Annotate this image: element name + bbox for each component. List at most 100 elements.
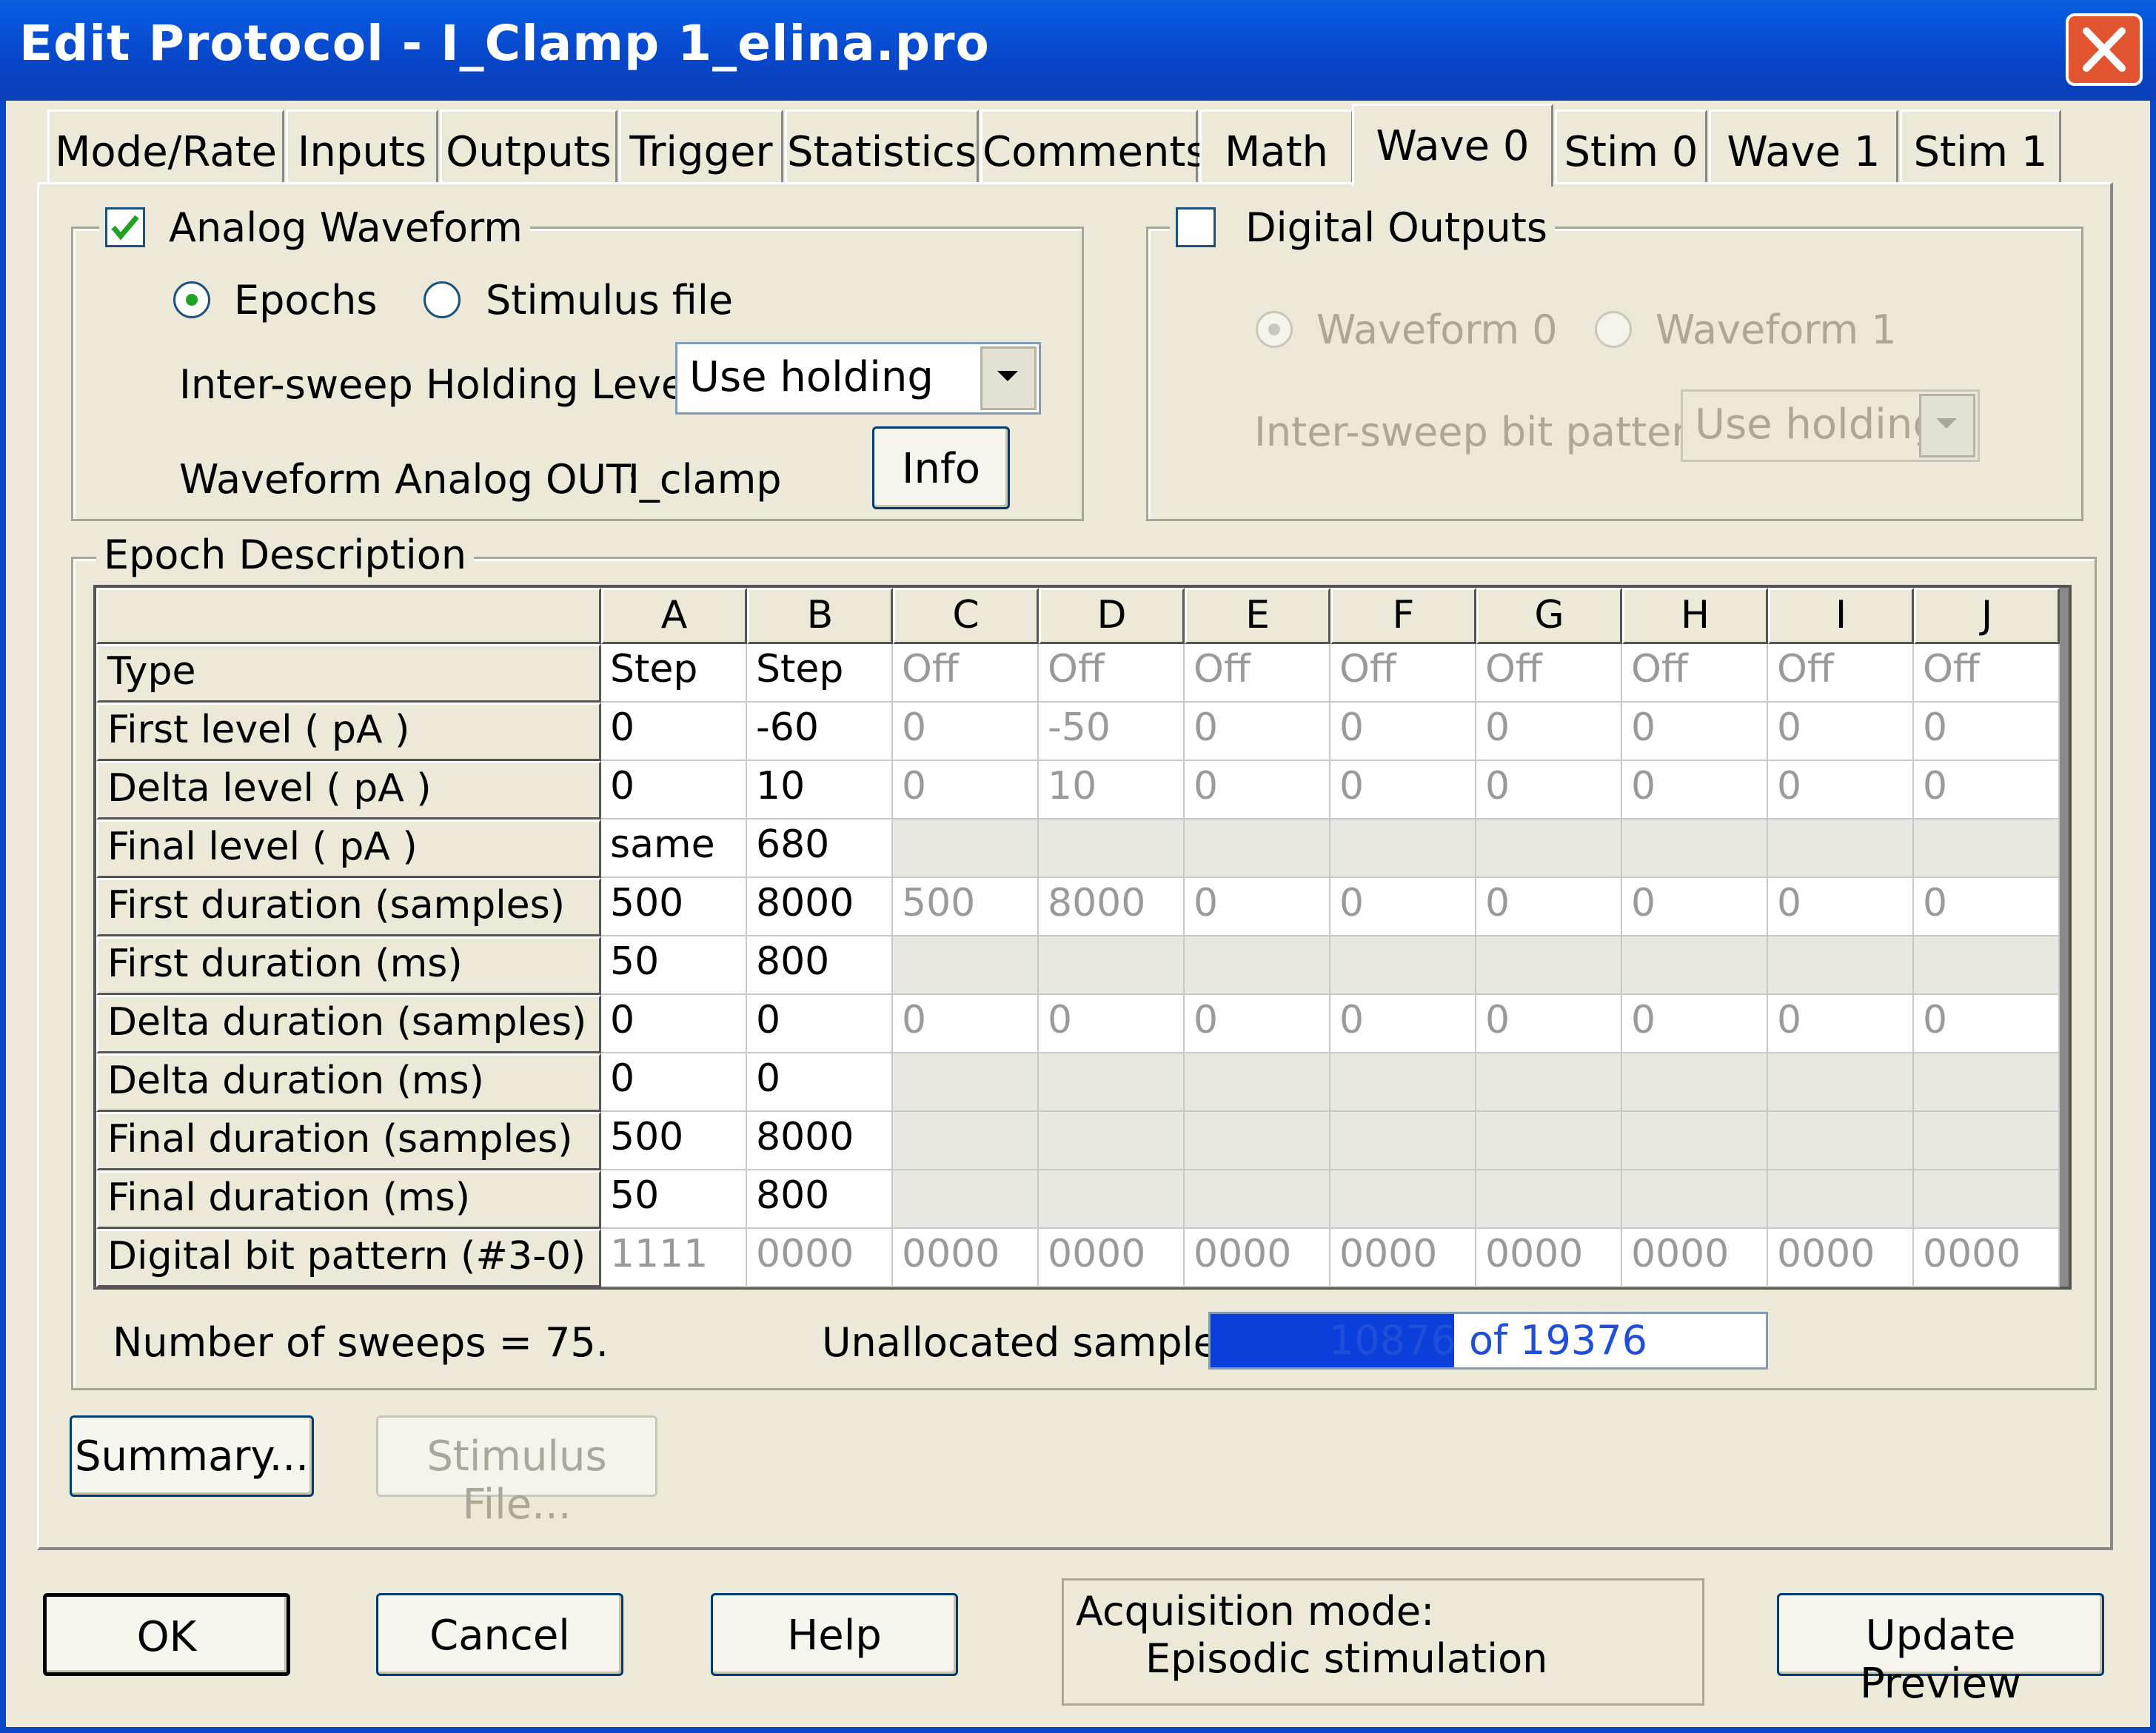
- tab-stim-0[interactable]: Stim 0: [1555, 110, 1707, 182]
- epoch-cell[interactable]: 10: [747, 761, 893, 819]
- epoch-cell[interactable]: 680: [747, 819, 893, 878]
- epoch-cell[interactable]: [1622, 936, 1768, 995]
- epoch-cell[interactable]: 0: [601, 761, 747, 819]
- epoch-cell[interactable]: 8000: [1039, 878, 1185, 936]
- epoch-cell[interactable]: 0: [1622, 761, 1768, 819]
- epoch-cell[interactable]: Step: [601, 644, 747, 703]
- epoch-cell[interactable]: 0: [601, 995, 747, 1053]
- update-preview-button[interactable]: Update Preview: [1777, 1593, 2104, 1708]
- epoch-cell[interactable]: 800: [747, 936, 893, 995]
- epoch-cell[interactable]: 0: [893, 761, 1039, 819]
- epoch-cell[interactable]: 500: [601, 1112, 747, 1170]
- epoch-cell[interactable]: [1622, 1053, 1768, 1112]
- epoch-cell[interactable]: [1622, 1112, 1768, 1170]
- epoch-cell[interactable]: 0: [1185, 761, 1330, 819]
- help-button[interactable]: Help: [711, 1593, 958, 1676]
- epoch-cell[interactable]: Off: [893, 644, 1039, 703]
- ok-button[interactable]: OK: [43, 1593, 290, 1676]
- tab-wave-1[interactable]: Wave 1: [1709, 110, 1898, 182]
- epoch-cell[interactable]: 0: [601, 1053, 747, 1112]
- epoch-cell[interactable]: [1185, 936, 1330, 995]
- epoch-cell[interactable]: 0: [1622, 995, 1768, 1053]
- stimulus-file-button[interactable]: Stimulus File...: [376, 1415, 657, 1529]
- epoch-cell[interactable]: [893, 1112, 1039, 1170]
- bit-pattern-select[interactable]: Use holding: [1681, 389, 1980, 462]
- epoch-cell[interactable]: [1185, 1112, 1330, 1170]
- epoch-cell[interactable]: [1185, 819, 1330, 878]
- epoch-cell[interactable]: 0: [1914, 703, 2060, 761]
- epoch-cell[interactable]: 0000: [747, 1229, 893, 1287]
- epoch-cell[interactable]: [1039, 1112, 1185, 1170]
- epoch-cell[interactable]: 0: [1476, 761, 1622, 819]
- epoch-cell[interactable]: [1622, 819, 1768, 878]
- epoch-cell[interactable]: 0: [1330, 995, 1476, 1053]
- epoch-cell[interactable]: 8000: [747, 1112, 893, 1170]
- epoch-cell[interactable]: [1914, 819, 2060, 878]
- cancel-button[interactable]: Cancel: [376, 1593, 623, 1676]
- epoch-cell[interactable]: [1330, 819, 1476, 878]
- epoch-cell[interactable]: 0: [1185, 995, 1330, 1053]
- epoch-cell[interactable]: [1622, 1170, 1768, 1229]
- chevron-down-icon[interactable]: [980, 346, 1037, 410]
- epoch-cell[interactable]: [1914, 1170, 2060, 1229]
- epoch-cell[interactable]: 0: [1330, 878, 1476, 936]
- epoch-cell[interactable]: 0000: [1039, 1229, 1185, 1287]
- stimulus-file-radio[interactable]: [424, 281, 461, 318]
- epoch-cell[interactable]: 0: [1330, 761, 1476, 819]
- tab-trigger[interactable]: Trigger: [619, 110, 783, 182]
- digital-outputs-checkbox[interactable]: [1176, 207, 1216, 247]
- epoch-cell[interactable]: [1476, 936, 1622, 995]
- epoch-cell[interactable]: [893, 819, 1039, 878]
- epoch-cell[interactable]: 0: [1330, 703, 1476, 761]
- epoch-cell[interactable]: [1768, 1053, 1914, 1112]
- epoch-cell[interactable]: 0000: [1768, 1229, 1914, 1287]
- holding-level-select[interactable]: Use holding: [675, 342, 1041, 415]
- epoch-cell[interactable]: 50: [601, 936, 747, 995]
- epoch-cell[interactable]: [1914, 936, 2060, 995]
- epoch-cell[interactable]: 0: [747, 995, 893, 1053]
- epoch-cell[interactable]: [1039, 1170, 1185, 1229]
- info-button[interactable]: Info: [872, 426, 1010, 509]
- epoch-cell[interactable]: 0000: [1185, 1229, 1330, 1287]
- epoch-cell[interactable]: [1476, 1112, 1622, 1170]
- tab-math[interactable]: Math: [1199, 110, 1353, 182]
- epoch-cell[interactable]: 50: [601, 1170, 747, 1229]
- tab-inputs[interactable]: Inputs: [286, 110, 438, 182]
- epochs-radio[interactable]: [173, 281, 210, 318]
- epoch-cell[interactable]: 500: [893, 878, 1039, 936]
- epoch-cell[interactable]: 500: [601, 878, 747, 936]
- epoch-cell[interactable]: 0: [1476, 878, 1622, 936]
- epoch-cell[interactable]: 1111: [601, 1229, 747, 1287]
- epoch-cell[interactable]: [1185, 1053, 1330, 1112]
- epoch-cell[interactable]: 0000: [1476, 1229, 1622, 1287]
- analog-waveform-checkbox[interactable]: [105, 207, 145, 247]
- epoch-cell[interactable]: Off: [1914, 644, 2060, 703]
- epoch-cell[interactable]: Off: [1768, 644, 1914, 703]
- epoch-cell[interactable]: Off: [1039, 644, 1185, 703]
- epoch-cell[interactable]: 0: [1039, 995, 1185, 1053]
- epoch-cell[interactable]: Step: [747, 644, 893, 703]
- epoch-cell[interactable]: 0: [1768, 878, 1914, 936]
- epoch-cell[interactable]: Off: [1476, 644, 1622, 703]
- epoch-cell[interactable]: [1039, 1053, 1185, 1112]
- epoch-cell[interactable]: 0: [747, 1053, 893, 1112]
- epoch-cell[interactable]: Off: [1330, 644, 1476, 703]
- epoch-cell[interactable]: 0000: [1622, 1229, 1768, 1287]
- epoch-cell[interactable]: [1039, 819, 1185, 878]
- epoch-cell[interactable]: 0000: [893, 1229, 1039, 1287]
- epoch-cell[interactable]: [1476, 1170, 1622, 1229]
- epoch-cell[interactable]: [1768, 1112, 1914, 1170]
- epoch-cell[interactable]: 0: [1768, 761, 1914, 819]
- epoch-cell[interactable]: [1039, 936, 1185, 995]
- chevron-down-icon[interactable]: [1919, 394, 1975, 457]
- epoch-cell[interactable]: 0: [1768, 995, 1914, 1053]
- epoch-cell[interactable]: Off: [1622, 644, 1768, 703]
- epoch-cell[interactable]: [1914, 1053, 2060, 1112]
- epoch-cell[interactable]: 0: [893, 995, 1039, 1053]
- epoch-cell[interactable]: [1914, 1112, 2060, 1170]
- epoch-cell[interactable]: 0: [1622, 878, 1768, 936]
- epoch-cell[interactable]: 0: [1768, 703, 1914, 761]
- epoch-cell[interactable]: -60: [747, 703, 893, 761]
- tab-wave-0[interactable]: Wave 0: [1352, 104, 1553, 187]
- epoch-cell[interactable]: 8000: [747, 878, 893, 936]
